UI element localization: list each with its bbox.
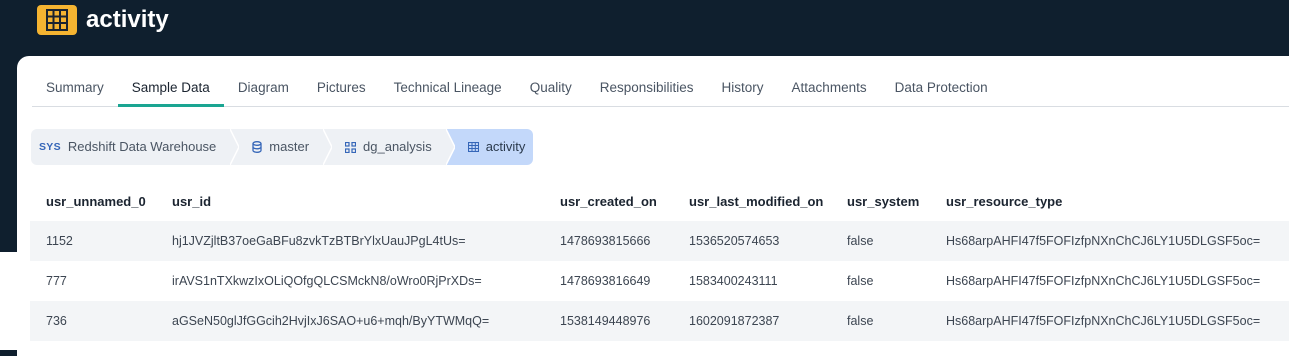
column-header[interactable]: usr_id [172,194,560,209]
page-title: activity [86,6,169,33]
top-header: activity [0,0,1289,56]
table-cell: 1478693815666 [560,234,651,248]
tab-technical-lineage[interactable]: Technical Lineage [380,56,516,106]
database-icon [252,141,262,153]
breadcrumb-item-system[interactable]: SYS Redshift Data Warehouse [31,129,240,165]
table-row[interactable]: 777 irAVS1nTXkwzIxOLiQOfgQLCSMckN8/oWro0… [30,261,1289,301]
breadcrumb-label: dg_analysis [363,139,432,154]
table-cell: Hs68arpAHFI47f5FOFIzfpNXnChCJ6LY1U5DLGSF… [946,274,1261,288]
table-cell: false [847,274,874,288]
tab-data-protection[interactable]: Data Protection [881,56,1002,106]
column-header[interactable]: usr_resource_type [946,194,1286,209]
table-cell: 1602091872387 [689,314,780,328]
table-cell: 1538149448976 [560,314,651,328]
tab-summary[interactable]: Summary [32,56,118,106]
table-icon [37,5,77,35]
table-cell: hj1JVZjltB37oeGaBFu8zvkTzBTBrYlxUauJPgL4… [172,234,466,248]
table-row[interactable]: 736 aGSeN50glJfGGcih2HvjIxJ6SAO+u6+mqh/B… [30,301,1289,341]
table-cell: 1478693816649 [560,274,651,288]
table-cell: 1152 [46,234,73,248]
column-header[interactable]: usr_system [847,194,946,209]
chevron-separator-icon [445,129,455,165]
table-cell: Hs68arpAHFI47f5FOFIzfpNXnChCJ6LY1U5DLGSF… [946,314,1261,328]
tab-bar: Summary Sample Data Diagram Pictures Tec… [32,56,1289,107]
tab-responsibilities[interactable]: Responsibilities [586,56,708,106]
table-cell: false [847,234,874,248]
table-icon [467,142,479,152]
tab-sample-data[interactable]: Sample Data [117,56,224,107]
table-cell: 777 [46,274,67,288]
tab-quality[interactable]: Quality [516,56,586,106]
table-cell: aGSeN50glJfGGcih2HvjIxJ6SAO+u6+mqh/ByYTW… [172,314,490,328]
sample-data-table: usr_unnamed_0 usr_id usr_created_on usr_… [30,181,1289,341]
table-cell: Hs68arpAHFI47f5FOFIzfpNXnChCJ6LY1U5DLGSF… [946,234,1261,248]
breadcrumb-label: Redshift Data Warehouse [67,139,217,154]
breadcrumb: SYS Redshift Data Warehouse master dg_an… [31,129,534,165]
chevron-separator-icon [323,129,333,165]
breadcrumb-item-database[interactable]: master [230,129,333,165]
table-row[interactable]: 1152 hj1JVZjltB37oeGaBFu8zvkTzBTBrYlxUau… [30,221,1289,261]
tab-attachments[interactable]: Attachments [778,56,881,106]
tab-diagram[interactable]: Diagram [224,56,303,106]
tab-pictures[interactable]: Pictures [303,56,380,106]
breadcrumb-label: activity [485,139,526,154]
table-cell: 1536520574653 [689,234,780,248]
content-card: Summary Sample Data Diagram Pictures Tec… [17,56,1289,356]
column-header[interactable]: usr_created_on [560,194,689,209]
chevron-separator-icon [230,129,240,165]
table-cell: 1583400243111 [689,274,778,288]
tab-history[interactable]: History [708,56,778,106]
table-cell: irAVS1nTXkwzIxOLiQOfgQLCSMckN8/oWro0RjPr… [172,274,482,288]
table-cell: 736 [46,314,67,328]
breadcrumb-label: master [269,139,310,154]
column-header[interactable]: usr_unnamed_0 [30,194,172,209]
schema-icon [345,141,357,153]
table-header-row: usr_unnamed_0 usr_id usr_created_on usr_… [30,181,1289,221]
breadcrumb-item-table[interactable]: activity [445,129,534,165]
system-icon: SYS [39,141,61,153]
breadcrumb-item-schema[interactable]: dg_analysis [323,129,455,165]
column-header[interactable]: usr_last_modified_on [689,194,847,209]
table-cell: false [847,314,874,328]
